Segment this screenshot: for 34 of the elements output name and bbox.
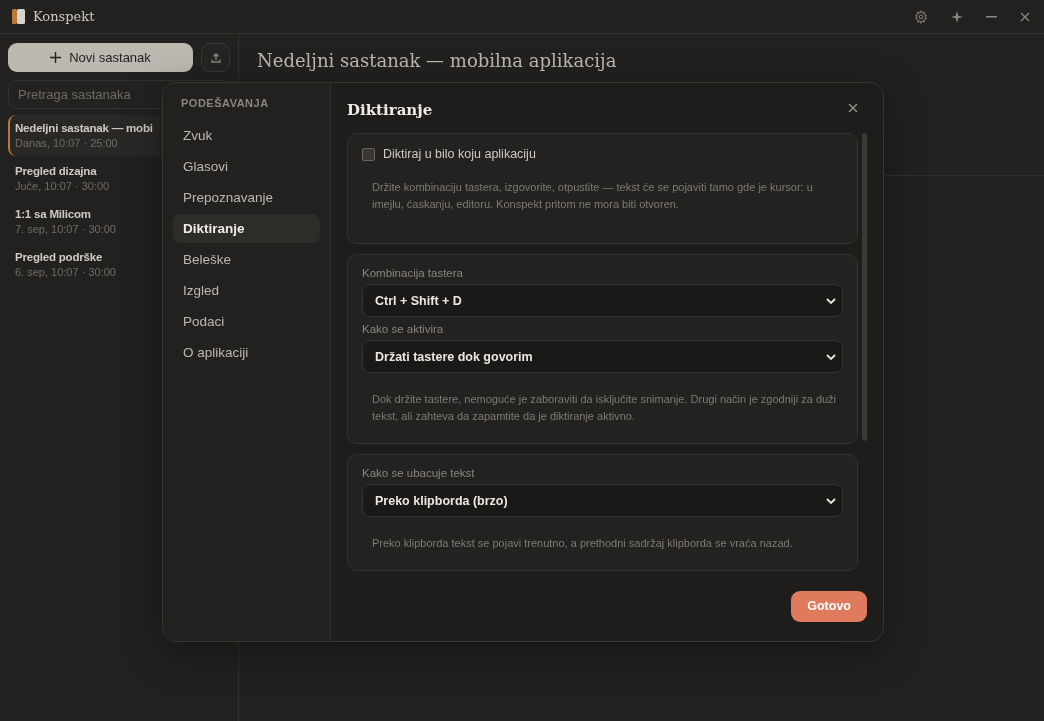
meeting-title: Nedeljni sastanak — mobilna aplikacija xyxy=(257,50,618,71)
chevron-down-icon xyxy=(826,353,836,360)
dropdown[interactable]: Držati tastere dok govorim xyxy=(362,340,843,374)
description-text: Dok držite tastere, nemoguće je zaboraviti da isključite snimanje. Drugi način je zgodniji za duži tekst, ali zahteva da zapamtite da je diktiranje aktivno. xyxy=(372,392,838,425)
panel-title: Diktiranje xyxy=(347,101,433,119)
plus-icon xyxy=(50,52,62,63)
description-text: Preko klipborda tekst se pojavi trenutno, a prethodni sadržaj klipborda se vraća nazad. xyxy=(372,536,794,552)
upload-icon xyxy=(210,52,221,63)
scrollbar[interactable] xyxy=(862,133,867,441)
field-label: Kako se ubacuje tekst xyxy=(362,467,476,480)
dropdown[interactable]: Preko klipborda (brzo) xyxy=(362,484,843,518)
chevron-down-icon xyxy=(826,297,836,304)
field-label: Kako se aktivira xyxy=(362,323,445,336)
settings-nav-item[interactable]: Podaci xyxy=(173,307,320,336)
sparkle-icon[interactable] xyxy=(951,10,963,23)
chevron-down-icon xyxy=(826,497,836,504)
close-icon[interactable] xyxy=(1020,11,1030,22)
description-text: Držite kombinaciju tastera, izgovorite, otpustite — tekst će se pojaviti tamo gde je kursor: u imejlu, ćaskanju, editoru. Konspekt pritom ne mora biti otvoren. xyxy=(372,180,814,213)
settings-icon[interactable] xyxy=(914,9,928,24)
upload-button[interactable] xyxy=(201,43,230,72)
settings-nav-item[interactable]: O aplikaciji xyxy=(173,338,320,367)
checkbox-label: Diktiraj u bilo koju aplikaciju xyxy=(383,147,536,161)
dropdown[interactable]: Ctrl + Shift + D xyxy=(362,284,843,318)
app-title: Konspekt xyxy=(33,9,95,24)
settings-nav-item[interactable]: Prepoznavanje xyxy=(173,183,320,212)
field-label: Kombinacija tastera xyxy=(362,267,464,280)
notebook-icon xyxy=(12,9,25,24)
settings-nav-item[interactable]: Beleške xyxy=(173,245,320,274)
new-meeting-button[interactable]: Novi sastanak xyxy=(8,43,193,72)
settings-nav-item[interactable]: Izgled xyxy=(173,276,320,305)
minimize-icon[interactable] xyxy=(986,15,997,18)
close-icon[interactable] xyxy=(848,103,858,113)
settings-nav-item[interactable]: Diktiranje xyxy=(173,214,320,243)
checkbox[interactable] xyxy=(362,147,375,161)
